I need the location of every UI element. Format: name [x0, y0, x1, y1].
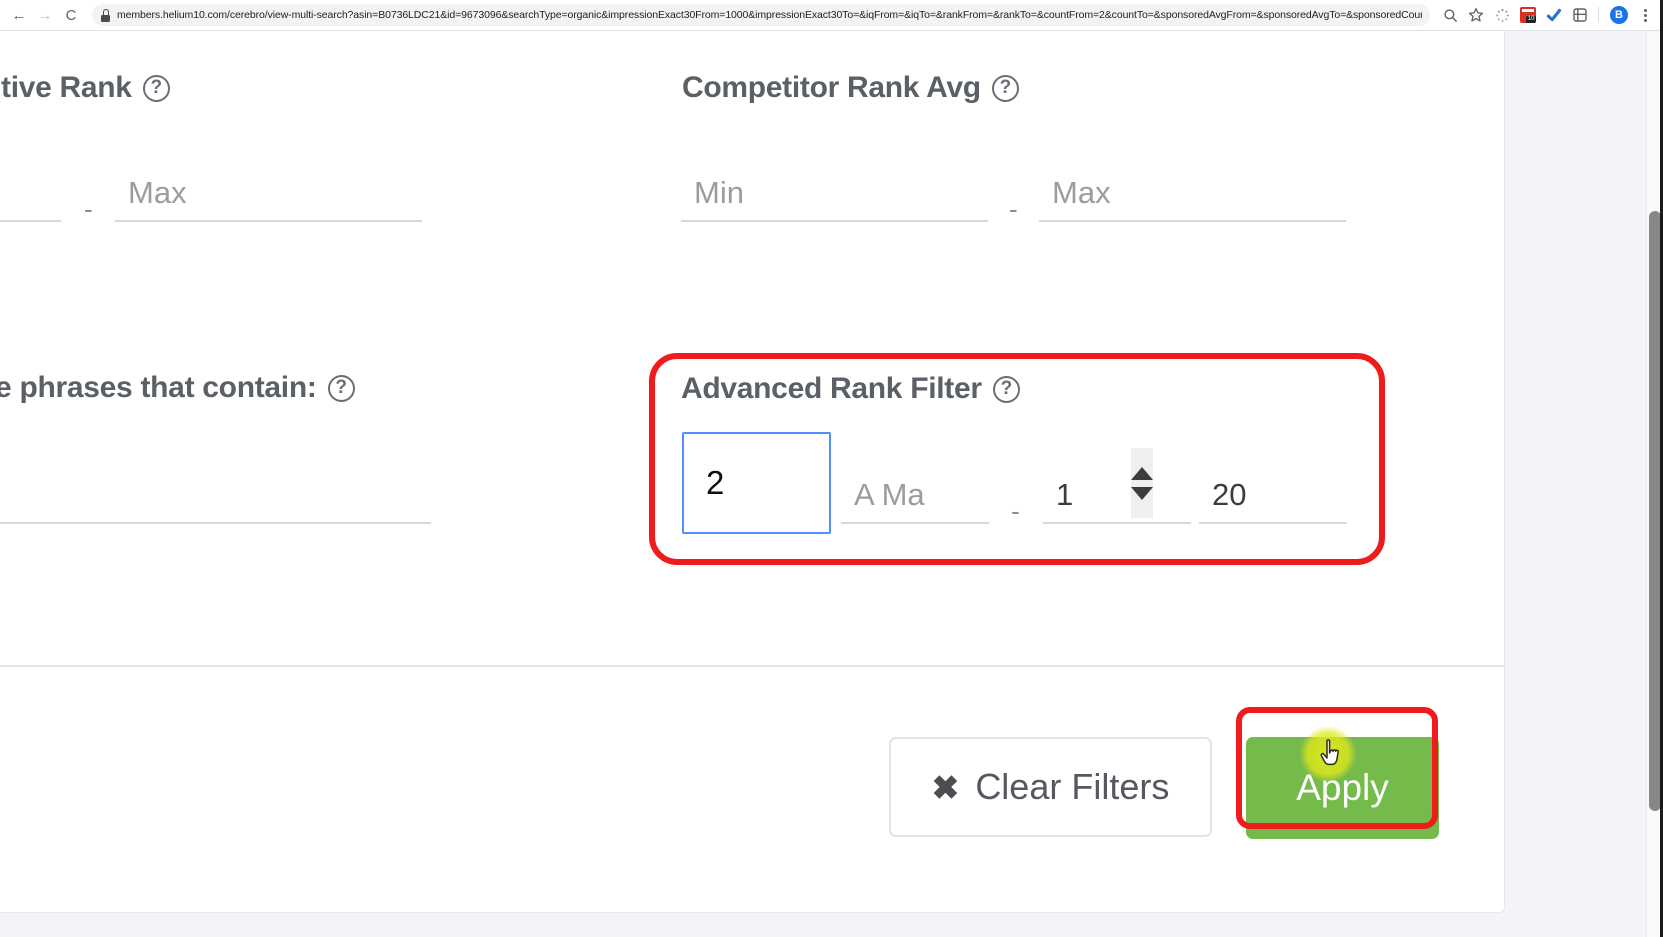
- advanced-rank-filter-label-text: Advanced Rank Filter: [681, 372, 982, 405]
- exclude-phrases-label: ude phrases that contain: ?: [0, 371, 355, 405]
- relative-rank-label-text: tive Rank: [1, 71, 132, 104]
- advanced-rank-count-stepper[interactable]: [682, 432, 1153, 534]
- avatar[interactable]: B: [1607, 3, 1631, 27]
- reload-icon[interactable]: C: [58, 2, 84, 28]
- competitor-rank-avg-separator: -: [1009, 194, 1018, 224]
- relative-rank-separator: -: [84, 194, 93, 224]
- bookmark-star-icon[interactable]: [1464, 3, 1488, 27]
- page-body: tive Rank ? - Competitor Rank Avg ? - ud…: [0, 31, 1663, 937]
- back-arrow-icon[interactable]: ←: [6, 2, 32, 28]
- loading-spinner-icon: [1490, 3, 1514, 27]
- help-circle-icon[interactable]: ?: [142, 74, 170, 102]
- card-divider: [0, 665, 1504, 667]
- clear-filters-button[interactable]: ✖ Clear Filters: [889, 737, 1212, 837]
- advanced-rank-position-input[interactable]: [841, 476, 989, 524]
- address-bar[interactable]: members.helium10.com/cerebro/view-multi-…: [92, 4, 1430, 26]
- page-footer-strip: [0, 913, 1663, 937]
- filters-card: tive Rank ? - Competitor Rank Avg ? - ud…: [0, 31, 1505, 913]
- forward-arrow-icon[interactable]: →: [32, 2, 58, 28]
- help-circle-icon[interactable]: ?: [327, 374, 355, 402]
- competitor-rank-avg-label-text: Competitor Rank Avg: [682, 71, 981, 104]
- help-circle-icon[interactable]: ?: [991, 74, 1019, 102]
- avatar-initial: B: [1610, 6, 1628, 24]
- extensions-puzzle-icon[interactable]: [1568, 3, 1592, 27]
- relative-rank-label: tive Rank ?: [1, 71, 170, 105]
- help-circle-icon[interactable]: ?: [992, 375, 1020, 403]
- search-page-icon[interactable]: [1438, 3, 1462, 27]
- helium10-extension-icon[interactable]: 10: [1516, 3, 1540, 27]
- browser-toolbar: ← → C members.helium10.com/cerebro/view-…: [0, 0, 1663, 31]
- url-text: members.helium10.com/cerebro/view-multi-…: [117, 9, 1422, 21]
- competitor-rank-avg-max-input[interactable]: [1039, 174, 1346, 222]
- clear-filters-label: Clear Filters: [975, 766, 1170, 807]
- apply-button[interactable]: Apply: [1246, 737, 1439, 839]
- advanced-rank-filter-label: Advanced Rank Filter ?: [681, 372, 1020, 406]
- lock-icon: [100, 8, 111, 22]
- advanced-rank-separator: -: [1011, 496, 1020, 526]
- exclude-phrases-label-text: ude phrases that contain:: [0, 371, 317, 404]
- relative-rank-min-input[interactable]: [0, 174, 61, 222]
- advanced-rank-to-input[interactable]: [1199, 476, 1347, 524]
- x-close-icon: ✖: [931, 768, 960, 806]
- competitor-rank-avg-min-input[interactable]: [681, 174, 988, 222]
- exclude-phrases-input[interactable]: [0, 476, 431, 524]
- apply-label: Apply: [1296, 767, 1389, 808]
- kebab-menu-icon[interactable]: [1633, 3, 1657, 27]
- toolbar-divider: [1598, 7, 1599, 23]
- relative-rank-max-input[interactable]: [115, 174, 422, 222]
- competitor-rank-avg-label: Competitor Rank Avg ?: [682, 71, 1019, 105]
- advanced-rank-from-input[interactable]: [1043, 476, 1191, 524]
- helium10-badge-count: 10: [1526, 16, 1536, 23]
- grammarly-extension-icon[interactable]: [1542, 3, 1566, 27]
